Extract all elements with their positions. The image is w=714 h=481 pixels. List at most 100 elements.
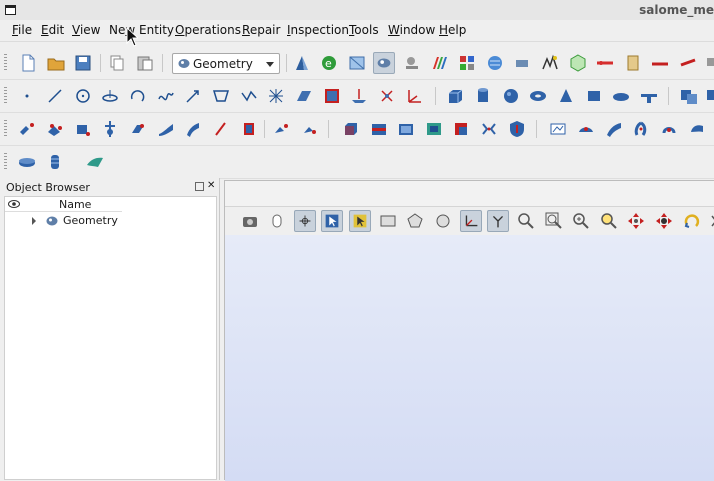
axes-icon[interactable] xyxy=(404,85,426,107)
filling-icon[interactable] xyxy=(395,118,417,140)
rectangle-icon[interactable] xyxy=(583,85,605,107)
archimede-icon[interactable] xyxy=(72,118,94,140)
more-module-icon[interactable] xyxy=(704,52,714,74)
menu-tools[interactable]: Tools xyxy=(349,23,379,37)
yacs-module-icon[interactable] xyxy=(401,52,423,74)
disk-icon[interactable] xyxy=(610,85,632,107)
ellipse-icon[interactable] xyxy=(99,85,121,107)
build-solid-icon[interactable] xyxy=(16,151,38,173)
viewer-canvas[interactable] xyxy=(225,235,714,481)
save-icon[interactable] xyxy=(72,52,94,74)
sphere-icon[interactable] xyxy=(500,85,522,107)
geometry-module-icon[interactable] xyxy=(373,52,395,74)
close-icon[interactable]: ✕ xyxy=(207,181,215,191)
window-menu-icon[interactable] xyxy=(5,5,16,15)
close-contour-icon[interactable] xyxy=(155,118,177,140)
dump-view-icon[interactable] xyxy=(239,210,261,232)
suppress-faces-icon[interactable] xyxy=(127,118,149,140)
extension-icon[interactable] xyxy=(686,118,708,140)
polyline-icon[interactable] xyxy=(238,85,260,107)
shaper-icon[interactable] xyxy=(291,52,313,74)
menu-help[interactable]: Help xyxy=(439,23,466,37)
globe-module-icon[interactable] xyxy=(484,52,506,74)
rotation-point-icon[interactable] xyxy=(294,210,316,232)
rectangle-icon[interactable] xyxy=(377,210,399,232)
plane-icon[interactable] xyxy=(210,85,232,107)
zoom-selection-icon[interactable] xyxy=(598,210,620,232)
smesh-module-icon[interactable]: e xyxy=(318,52,340,74)
polygon-select-icon[interactable] xyxy=(404,210,426,232)
multi-rotate-icon[interactable] xyxy=(299,118,321,140)
box-icon[interactable] xyxy=(444,85,466,107)
trihedron-icon[interactable] xyxy=(460,210,482,232)
zoom-icon[interactable] xyxy=(570,210,592,232)
sketch-icon[interactable] xyxy=(265,85,287,107)
menu-file[interactable]: File xyxy=(12,23,32,37)
line-icon[interactable] xyxy=(44,85,66,107)
sewing-icon[interactable] xyxy=(210,118,232,140)
fit-area-icon[interactable] xyxy=(543,210,565,232)
tree-column-header[interactable]: Name xyxy=(5,197,122,212)
fit-all-icon[interactable] xyxy=(515,210,537,232)
pipe-tshape-icon[interactable] xyxy=(638,85,660,107)
open-folder-icon[interactable] xyxy=(45,52,67,74)
menu-edit[interactable]: Edit xyxy=(41,23,64,37)
toolbar-handle[interactable] xyxy=(4,120,7,138)
tree-item-geometry[interactable]: Geometry xyxy=(5,213,205,229)
chevron-right-icon[interactable] xyxy=(32,217,36,225)
torus-icon[interactable] xyxy=(527,85,549,107)
pipe-path-icon[interactable] xyxy=(423,118,445,140)
undock-icon[interactable] xyxy=(195,182,204,191)
build-compound-icon[interactable] xyxy=(44,151,66,173)
copy-icon[interactable] xyxy=(106,52,128,74)
explode-icon[interactable] xyxy=(16,118,38,140)
arc-icon[interactable] xyxy=(127,85,149,107)
circle-icon[interactable] xyxy=(72,85,94,107)
toolbar-handle[interactable] xyxy=(4,153,7,171)
toolbar-handle[interactable] xyxy=(4,54,7,72)
projection-icon[interactable] xyxy=(630,118,652,140)
menu-repair[interactable]: Repair xyxy=(242,23,280,37)
position-icon[interactable] xyxy=(658,118,680,140)
curve-icon[interactable] xyxy=(155,85,177,107)
more-viewer-tools-icon[interactable] xyxy=(708,210,714,232)
transformations-icon[interactable] xyxy=(478,118,500,140)
suppress-holes-icon[interactable] xyxy=(182,118,204,140)
pipe-tool-icon[interactable] xyxy=(677,52,699,74)
menu-inspection[interactable]: Inspection xyxy=(287,23,349,37)
menu-new-entity[interactable]: New Entity xyxy=(109,23,174,37)
cylinder-icon[interactable] xyxy=(472,85,494,107)
yacs-graph-icon[interactable] xyxy=(539,52,561,74)
object-tree[interactable]: Name Geometry xyxy=(4,196,217,480)
surface-from-faces-icon[interactable] xyxy=(84,151,106,173)
rotate-icon[interactable] xyxy=(681,210,703,232)
jobmanager-module-icon[interactable] xyxy=(456,52,478,74)
revolution-icon[interactable] xyxy=(368,118,390,140)
pipe-red-icon[interactable] xyxy=(649,52,671,74)
local-cs-icon[interactable] xyxy=(321,85,343,107)
menu-view[interactable]: View xyxy=(72,23,100,37)
circle-select-icon[interactable] xyxy=(432,210,454,232)
new-document-icon[interactable] xyxy=(17,52,39,74)
rectangle-select-icon[interactable] xyxy=(349,210,371,232)
working-plane-icon[interactable] xyxy=(348,85,370,107)
hexablock-module-icon[interactable] xyxy=(511,52,533,74)
shape-process-icon[interactable] xyxy=(99,118,121,140)
axis-y-icon[interactable] xyxy=(487,210,509,232)
glue-icon[interactable] xyxy=(238,118,260,140)
hexa-cube-icon[interactable] xyxy=(567,52,589,74)
vector-icon[interactable] xyxy=(182,85,204,107)
eye-icon[interactable] xyxy=(8,199,20,209)
menu-window[interactable]: Window xyxy=(388,23,435,37)
partition-icon[interactable] xyxy=(44,118,66,140)
point-icon[interactable] xyxy=(16,85,38,107)
face-icon[interactable] xyxy=(293,85,315,107)
shield-icon[interactable] xyxy=(506,118,528,140)
mesh-module-icon[interactable] xyxy=(346,52,368,74)
select-cursor-icon[interactable] xyxy=(321,210,343,232)
extrusion-icon[interactable] xyxy=(340,118,362,140)
marker-icon[interactable] xyxy=(376,85,398,107)
pan-icon[interactable] xyxy=(625,210,647,232)
cone-icon[interactable] xyxy=(555,85,577,107)
thickness-icon[interactable] xyxy=(451,118,473,140)
